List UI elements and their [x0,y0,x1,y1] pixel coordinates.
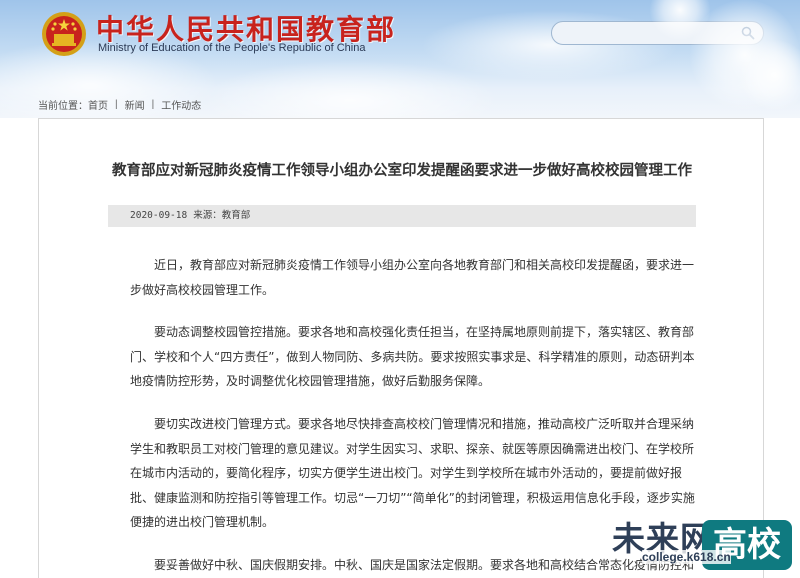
article-date: 2020-09-18 [130,210,188,221]
breadcrumb-separator: | [151,99,155,110]
breadcrumb-separator: | [115,99,118,110]
breadcrumb-home-link[interactable]: 首页 [88,97,108,112]
breadcrumb-prefix: 当前位置： [38,101,88,112]
article-source-label: 来源： [193,210,222,221]
watermark-logo: 未来网 高校 college.k618.cn [612,508,800,578]
watermark-url: college.k618.cn [642,550,731,564]
breadcrumb: 当前位置： 首页 | 新闻 | 工作动态 [38,97,201,112]
breadcrumb-news-link[interactable]: 新闻 [125,97,145,112]
article-title: 教育部应对新冠肺炎疫情工作领导小组办公室印发提醒函要求进一步做好高校校园管理工作 [112,163,692,179]
national-emblem-icon[interactable] [40,10,88,58]
article-paragraph: 近日，教育部应对新冠肺炎疫情工作领导小组办公室向各地教育部门和相关高校印发提醒函… [130,258,695,297]
article-paragraph: 要动态调整校园管控措施。要求各地和高校强化责任担当，在坚持属地原则前提下，落实辖… [130,325,695,388]
article-meta-bar: 2020-09-18 来源：教育部 [108,205,696,227]
article-source: 教育部 [221,210,251,221]
site-subtitle: Ministry of Education of the People's Re… [98,42,366,54]
breadcrumb-work-news-link[interactable]: 工作动态 [161,97,201,112]
